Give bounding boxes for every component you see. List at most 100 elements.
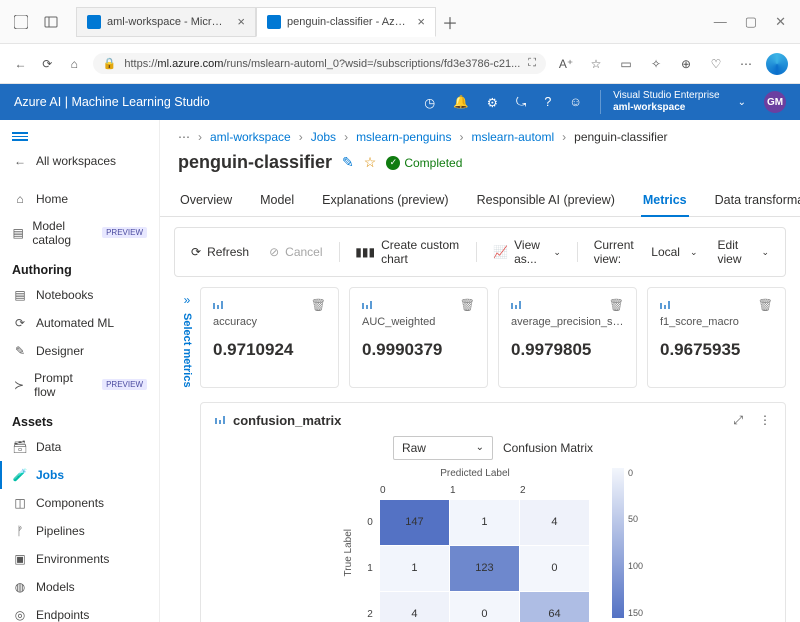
sidebar-toggle-icon[interactable] <box>42 13 60 31</box>
automl-icon: ⟳ <box>12 315 28 331</box>
favorites-bar-icon[interactable]: ✧ <box>646 54 666 74</box>
sidebar-item-endpoints[interactable]: ◎Endpoints <box>0 601 159 622</box>
edit-view-button[interactable]: Edit view⌄ <box>710 234 777 270</box>
models-icon: ◍ <box>12 579 28 595</box>
browser-tab-1[interactable]: penguin-classifier - Azure AI | M × <box>256 7 436 37</box>
sidebar-item-model-catalog[interactable]: ▤Model catalogPREVIEW <box>0 213 159 253</box>
sidebar-item-automated-ml[interactable]: ⟳Automated ML <box>0 309 159 337</box>
wellbeing-icon[interactable]: ♡ <box>706 54 726 74</box>
star-icon[interactable]: ☆ <box>364 154 377 171</box>
heatmap-cell: 147 <box>380 500 450 546</box>
sidebar-item-pipelines[interactable]: ᚠPipelines <box>0 517 159 545</box>
tab-responsible-ai[interactable]: Responsible AI (preview) <box>475 185 617 216</box>
sidebar-item-notebooks[interactable]: ▤Notebooks <box>0 281 159 309</box>
delete-icon[interactable]: 🗑 <box>460 298 475 312</box>
sidebar-item-data[interactable]: 🗃Data <box>0 433 159 461</box>
delete-icon[interactable]: 🗑 <box>758 298 773 312</box>
metric-card[interactable]: 🗑AUC_weighted0.9990379 <box>349 287 488 388</box>
tab-overview[interactable]: Overview <box>178 185 234 216</box>
refresh-button[interactable]: ⟳ <box>39 54 56 74</box>
shopping-icon[interactable]: ⛶ <box>528 57 536 70</box>
hamburger-menu[interactable] <box>0 126 159 147</box>
page-tabs: Overview Model Explanations (preview) Re… <box>160 185 800 217</box>
sidebar-item-jobs[interactable]: 🧪Jobs <box>0 461 159 489</box>
settings-icon[interactable]: ⚙ <box>487 95 498 110</box>
x-axis-label: Predicted Label <box>360 468 590 479</box>
workspaces-icon[interactable] <box>12 13 30 31</box>
col-header: 0 <box>380 481 450 500</box>
metric-card[interactable]: 🗑average_precision_sco...0.9979805 <box>498 287 637 388</box>
sidebar-item-designer[interactable]: ✎Designer <box>0 337 159 365</box>
refresh-button[interactable]: ⟳Refresh <box>183 241 257 263</box>
metric-card[interactable]: 🗑 f1_score_macro 0.9675935 <box>647 287 786 388</box>
tab-label: aml-workspace - Microsoft Azur <box>107 16 227 28</box>
metric-card[interactable]: 🗑accuracy0.9710924 <box>200 287 339 388</box>
notifications-icon[interactable]: 🔔 <box>453 95 469 110</box>
maximize-button[interactable]: ▢ <box>745 14 757 30</box>
metric-value: 0.9675935 <box>660 340 773 360</box>
url-host: ml.azure.com <box>157 58 223 70</box>
current-view[interactable]: Current view: Local⌄ <box>586 234 706 270</box>
cm-format-dropdown[interactable]: Raw ⌄ <box>393 436 493 460</box>
sidebar-item-all-workspaces[interactable]: ←All workspaces <box>0 147 159 175</box>
crumb[interactable]: mslearn-automl <box>471 130 554 144</box>
crumb[interactable]: Jobs <box>311 130 336 144</box>
feedback-icon[interactable]: ⤿ <box>516 95 526 110</box>
extensions-icon[interactable]: ⊕ <box>676 54 696 74</box>
back-button[interactable]: ← <box>12 54 29 74</box>
chevron-down-icon[interactable]: ⌄ <box>738 97 746 108</box>
avatar[interactable]: GM <box>764 91 786 113</box>
card-title: confusion_matrix <box>233 413 725 428</box>
crumb[interactable]: mslearn-penguins <box>356 130 451 144</box>
home-button[interactable]: ⌂ <box>66 54 83 74</box>
delete-icon[interactable]: 🗑 <box>311 298 326 312</box>
sidebar-item-models[interactable]: ◍Models <box>0 573 159 601</box>
jobs-icon: 🧪 <box>12 467 28 483</box>
breadcrumb-overflow[interactable]: ⋯ <box>178 130 190 144</box>
crumb[interactable]: aml-workspace <box>210 130 291 144</box>
favorite-icon[interactable]: ☆ <box>586 54 606 74</box>
close-button[interactable]: ✕ <box>775 14 786 30</box>
heatmap-cell: 4 <box>520 500 590 546</box>
help-icon[interactable]: ? <box>544 95 551 109</box>
expand-icon[interactable]: ⤢ <box>733 413 743 428</box>
delete-icon[interactable]: 🗑 <box>609 298 624 312</box>
tab-favicon <box>267 15 281 29</box>
tab-metrics[interactable]: Metrics <box>641 185 689 217</box>
view-as-button[interactable]: 📈View as...⌄ <box>485 234 569 270</box>
read-aloud-icon[interactable]: A⁺ <box>556 54 576 74</box>
url-path: /runs/mslearn-automl_0?wsid=/subscriptio… <box>223 58 520 70</box>
bing-copilot-icon[interactable] <box>766 53 788 75</box>
metric-name: f1_score_macro <box>660 316 773 328</box>
create-chart-button[interactable]: ▮▮▮Create custom chart <box>347 234 468 270</box>
clock-icon[interactable]: ◷ <box>424 95 435 110</box>
more-icon[interactable]: ⋮ <box>759 413 771 427</box>
tab-explanations[interactable]: Explanations (preview) <box>320 185 450 216</box>
minimize-button[interactable]: — <box>714 14 727 30</box>
browser-tab-0[interactable]: aml-workspace - Microsoft Azur × <box>76 7 256 37</box>
url-field[interactable]: 🔒 https://ml.azure.com/runs/mslearn-auto… <box>93 53 546 74</box>
sidebar-item-environments[interactable]: ▣Environments <box>0 545 159 573</box>
refresh-icon: ⟳ <box>191 245 201 259</box>
sidebar-item-home[interactable]: ⌂Home <box>0 185 159 213</box>
close-icon[interactable]: × <box>237 14 245 29</box>
smile-icon[interactable]: ☺ <box>569 95 582 109</box>
metric-name: AUC_weighted <box>362 316 475 328</box>
heatmap-cell: 64 <box>520 592 590 622</box>
tab-model[interactable]: Model <box>258 185 296 216</box>
close-icon[interactable]: × <box>417 14 425 29</box>
sidebar-item-prompt-flow[interactable]: ≻Prompt flowPREVIEW <box>0 365 159 405</box>
notebook-icon: ▤ <box>12 287 28 303</box>
subscription-selector[interactable]: Visual Studio Enterprise aml-workspace <box>600 90 720 114</box>
sidebar-item-components[interactable]: ◫Components <box>0 489 159 517</box>
collections-icon[interactable]: ▭ <box>616 54 636 74</box>
address-bar: ← ⟳ ⌂ 🔒 https://ml.azure.com/runs/mslear… <box>0 44 800 84</box>
edit-icon[interactable]: ✎ <box>342 154 354 171</box>
tab-data-transformation[interactable]: Data transformation (preview) <box>713 185 800 216</box>
select-metrics-panel[interactable]: » Select metrics <box>174 287 200 388</box>
window-tab-bar: aml-workspace - Microsoft Azur × penguin… <box>0 0 800 44</box>
more-icon[interactable]: ⋯ <box>736 54 756 74</box>
new-tab-button[interactable]: ＋ <box>436 7 464 37</box>
check-icon: ✓ <box>386 156 400 170</box>
metrics-toolbar: ⟳Refresh ⊘Cancel ▮▮▮Create custom chart … <box>174 227 786 277</box>
